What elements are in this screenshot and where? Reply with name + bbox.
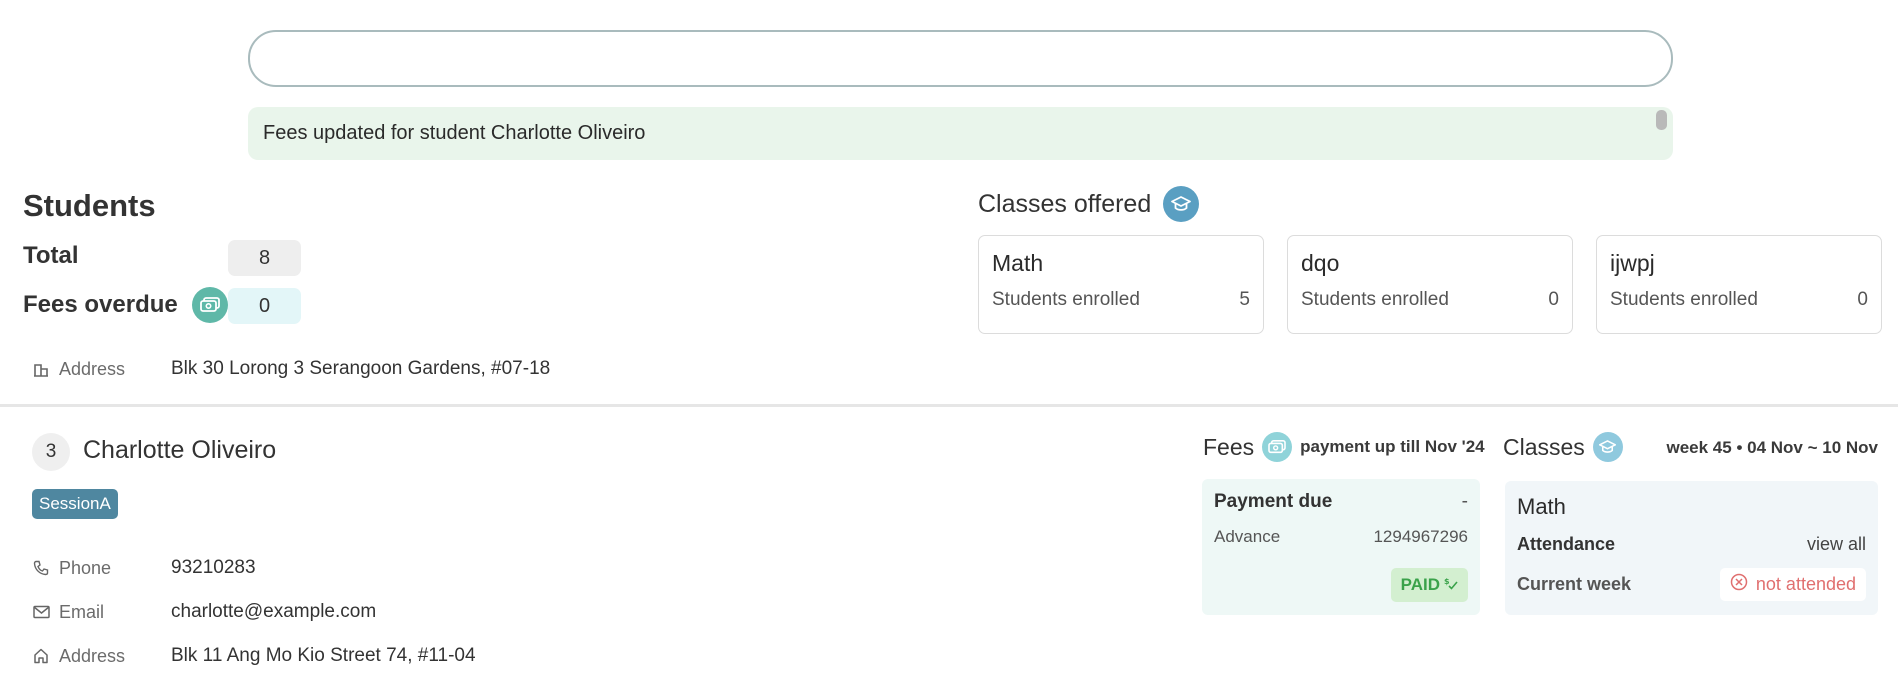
money-icon [191,287,228,323]
x-circle-icon [1730,573,1748,596]
paid-check-icon: $ [1444,575,1458,595]
paid-status-badge: PAID $ [1390,568,1468,602]
class-name: ijwpj [1610,250,1655,276]
attendance-label: Attendance [1517,534,1616,554]
stat-total-value: 8 [228,240,301,276]
attendance-status-label: not attended [1755,574,1856,594]
phone-value: 93210283 [171,557,256,578]
home-icon [33,648,53,664]
stat-total: Total [23,242,79,270]
money-icon [1262,432,1293,462]
attendance-status-badge: not attended [1719,568,1866,601]
result-display: Fees updated for student Charlotte Olive… [248,107,1673,160]
phone-row: Phone 93210283 [33,557,256,579]
stat-overdue-value: 0 [228,288,301,324]
class-attendance-box: Math Attendance view all Current week no… [1505,481,1878,615]
week-label: week 45 • 04 Nov ~ 10 Nov [1666,438,1879,457]
payment-due-value: - [1461,491,1468,512]
email-row: Email charlotte@example.com [33,601,376,623]
class-card[interactable]: ijwpj Students enrolled 0 [1596,235,1882,334]
classes-header: Classes [1503,432,1623,462]
address-row: Address Blk 11 Ang Mo Kio Street 74, #11… [33,645,476,667]
class-card[interactable]: dqo Students enrolled 0 [1287,235,1573,334]
previous-address-row: Address Blk 30 Lorong 3 Serangoon Garden… [33,358,550,380]
session-tag: SessionA [32,489,118,519]
classes-title: Classes [1503,433,1585,460]
address-label: Address [59,645,126,666]
stat-overdue-label: Fees overdue [23,291,178,318]
class-card[interactable]: Math Students enrolled 5 [978,235,1264,334]
fees-title: Fees [1203,433,1255,460]
card-divider [0,404,1898,407]
command-input[interactable] [248,30,1673,87]
student-name: Charlotte Oliveiro [83,436,277,464]
view-all-link[interactable]: view all [1807,534,1866,555]
enrolled-count: 0 [1857,289,1868,310]
current-week-label: Current week [1517,574,1632,594]
paid-status-label: PAID [1400,575,1440,594]
enrolled-label: Students enrolled [1301,289,1449,310]
fees-subtitle: payment up till Nov '24 [1300,437,1485,456]
enrolled-count: 0 [1548,289,1559,310]
students-title: Students [23,188,156,223]
advance-label: Advance [1214,527,1281,546]
graduation-cap-icon [1163,186,1200,222]
class-name: Math [992,250,1044,276]
mail-icon [33,605,53,619]
svg-text:$: $ [1444,577,1450,586]
enrolled-label: Students enrolled [1610,289,1758,310]
stat-overdue: Fees overdue [23,287,228,323]
classes-offered-header: Classes offered [978,186,1200,222]
phone-label: Phone [59,557,112,578]
enrolled-count: 5 [1239,289,1250,310]
student-index: 3 [32,433,70,471]
previous-address-value: Blk 30 Lorong 3 Serangoon Gardens, #07-1… [171,358,551,379]
result-message: Fees updated for student Charlotte Olive… [263,122,646,144]
email-value: charlotte@example.com [171,601,377,622]
payment-due-label: Payment due [1214,491,1333,512]
fees-header: Fees payment up till Nov '24 [1203,432,1485,462]
previous-address-label: Address [59,358,126,379]
phone-icon [33,560,53,576]
result-scrollbar[interactable] [1656,110,1667,130]
stat-total-label: Total [23,242,79,269]
email-label: Email [59,601,105,622]
fees-box: Payment due - Advance 1294967296 PAID $ [1202,479,1480,615]
enrolled-label: Students enrolled [992,289,1140,310]
building-icon [33,361,53,377]
address-value: Blk 11 Ang Mo Kio Street 74, #11-04 [171,645,476,666]
enrolled-class-name: Math [1517,494,1566,519]
graduation-cap-icon [1592,432,1623,462]
classes-offered-title: Classes offered [978,189,1152,218]
advance-value: 1294967296 [1373,527,1468,546]
class-name: dqo [1301,250,1340,276]
